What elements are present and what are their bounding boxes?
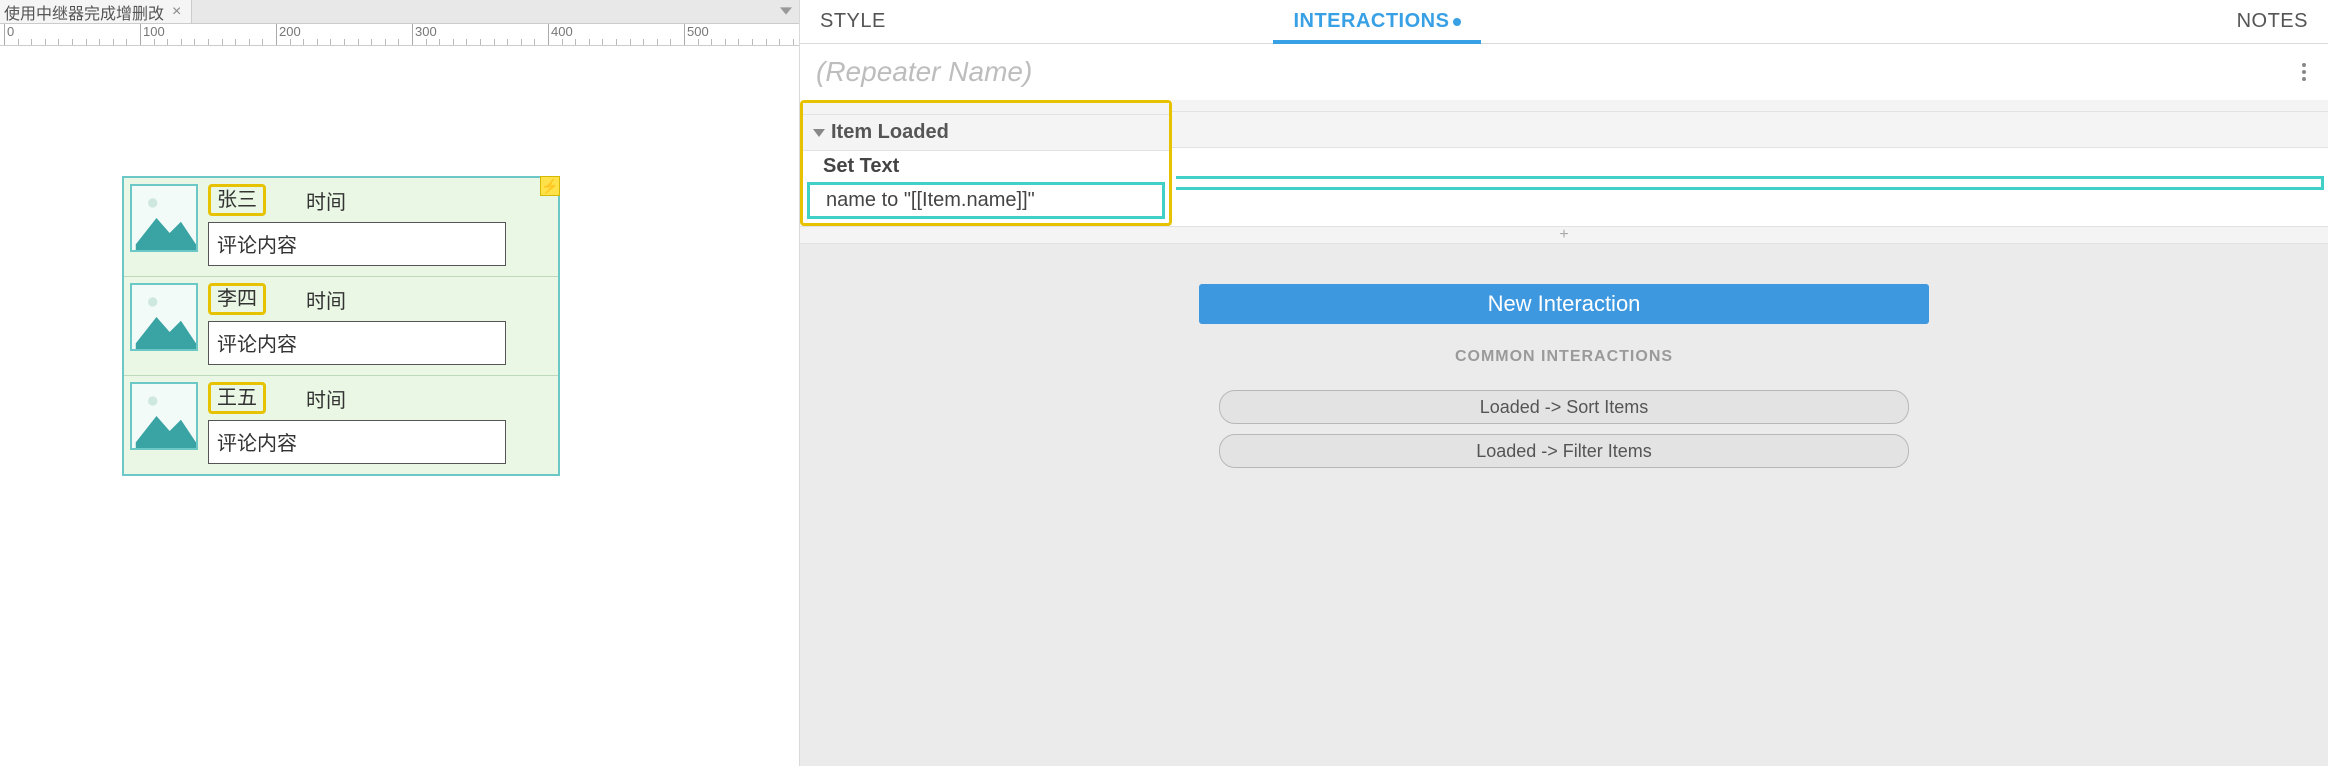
image-placeholder-icon[interactable] xyxy=(130,184,198,252)
inspector-tabs: STYLE INTERACTIONS NOTES xyxy=(800,0,2328,44)
action-detail-ext[interactable] xyxy=(1176,176,2324,190)
page-tab-title: 使用中继器完成增删改 xyxy=(4,0,164,24)
row-body: 李四 时间 评论内容 xyxy=(208,283,548,365)
kebab-icon[interactable] xyxy=(2296,57,2312,87)
close-icon[interactable]: × xyxy=(170,3,183,21)
ruler-tick: 100 xyxy=(140,24,165,46)
canvas-area: 使用中继器完成增删改 × 0 100 200 300 400 500 ⚡ 张三 时间 评论… xyxy=(0,0,800,766)
image-placeholder-icon[interactable] xyxy=(130,382,198,450)
ruler-horizontal: 0 100 200 300 400 500 xyxy=(0,24,799,46)
event-header[interactable]: Item Loaded xyxy=(803,115,1169,151)
ruler-tick: 200 xyxy=(276,24,301,46)
event-spacer xyxy=(803,103,1169,115)
tab-style[interactable]: STYLE xyxy=(800,0,906,43)
tab-interactions[interactable]: INTERACTIONS xyxy=(1273,0,1481,43)
interactions-block: Item Loaded Set Text name to "[[Item.nam… xyxy=(800,100,2328,226)
row-time[interactable]: 时间 xyxy=(306,285,346,314)
ruler-tick: 300 xyxy=(412,24,437,46)
canvas[interactable]: ⚡ 张三 时间 评论内容 李四 时间 评论内容 xyxy=(0,46,799,766)
action-detail[interactable]: name to "[[Item.name]]" xyxy=(807,182,1165,219)
repeater-row[interactable]: 王五 时间 评论内容 xyxy=(124,376,558,474)
add-interaction-row[interactable]: + xyxy=(800,226,2328,244)
ruler-tick: 0 xyxy=(4,24,14,46)
page-tabbar: 使用中继器完成增删改 × xyxy=(0,0,799,24)
inspector-panel: STYLE INTERACTIONS NOTES Item Loaded Set… xyxy=(800,0,2328,766)
row-body: 王五 时间 评论内容 xyxy=(208,382,548,464)
page-tab[interactable]: 使用中继器完成增删改 × xyxy=(0,0,192,23)
row-name[interactable]: 王五 xyxy=(208,382,266,414)
row-time[interactable]: 时间 xyxy=(306,384,346,413)
action-name[interactable]: Set Text xyxy=(803,151,1169,182)
ruler-tick: 500 xyxy=(684,24,709,46)
common-interactions-label: COMMON INTERACTIONS xyxy=(1455,348,1673,366)
row-body: 张三 时间 评论内容 xyxy=(208,184,548,266)
widget-name-input[interactable] xyxy=(816,56,2296,88)
collapse-icon[interactable] xyxy=(813,129,825,137)
event-spacer-r xyxy=(1172,100,2328,112)
tab-notes[interactable]: NOTES xyxy=(2217,0,2328,43)
row-content[interactable]: 评论内容 xyxy=(208,321,506,365)
row-name[interactable]: 张三 xyxy=(208,184,266,216)
row-name[interactable]: 李四 xyxy=(208,283,266,315)
changes-dot-icon xyxy=(1453,18,1461,26)
event-header-ext[interactable] xyxy=(1172,112,2328,148)
lightning-icon: ⚡ xyxy=(540,176,560,196)
interactions-lower: New Interaction COMMON INTERACTIONS Load… xyxy=(800,244,2328,766)
action-ext xyxy=(1172,148,2328,176)
repeater-row[interactable]: 李四 时间 评论内容 xyxy=(124,277,558,376)
image-placeholder-icon[interactable] xyxy=(130,283,198,351)
row-content[interactable]: 评论内容 xyxy=(208,222,506,266)
new-interaction-button[interactable]: New Interaction xyxy=(1199,284,1929,324)
loaded-sort-button[interactable]: Loaded -> Sort Items xyxy=(1219,390,1909,424)
row-content[interactable]: 评论内容 xyxy=(208,420,506,464)
ruler-tick: 400 xyxy=(548,24,573,46)
event-name: Item Loaded xyxy=(831,121,949,144)
widget-name-row xyxy=(800,44,2328,100)
repeater-widget[interactable]: ⚡ 张三 时间 评论内容 李四 时间 评论内容 xyxy=(122,176,560,476)
loaded-filter-button[interactable]: Loaded -> Filter Items xyxy=(1219,434,1909,468)
row-time[interactable]: 时间 xyxy=(306,186,346,215)
interaction-highlight: Item Loaded Set Text name to "[[Item.nam… xyxy=(800,100,1172,226)
repeater-row[interactable]: 张三 时间 评论内容 xyxy=(124,178,558,277)
plus-icon: + xyxy=(1559,226,1568,244)
tabbar-dropdown-icon[interactable] xyxy=(777,2,795,20)
